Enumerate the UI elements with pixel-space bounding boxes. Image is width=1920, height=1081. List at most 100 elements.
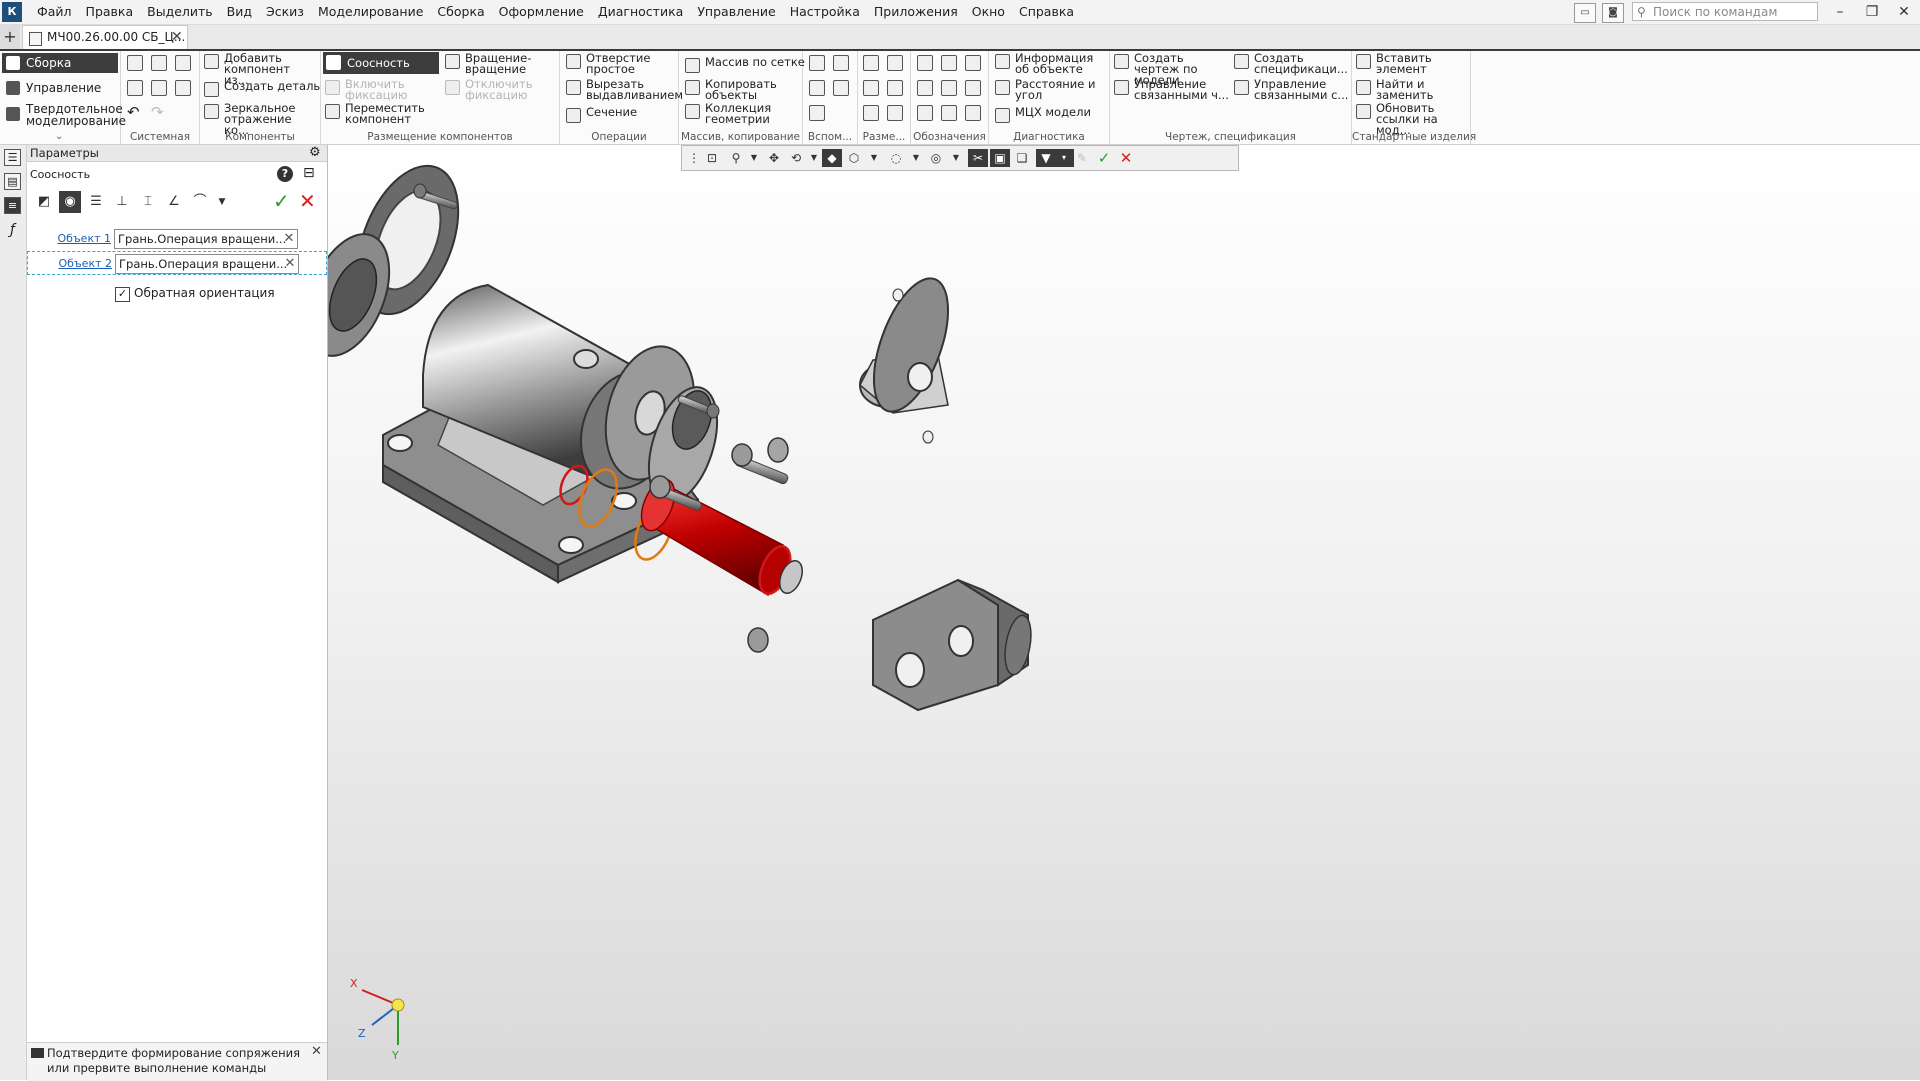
group-notation-caption: Обозначения — [913, 131, 986, 143]
tree-icon[interactable]: ☰ — [4, 149, 21, 166]
expand-modes-icon[interactable]: ⌄ — [55, 131, 63, 142]
base-icon[interactable] — [941, 55, 957, 71]
restore-icon[interactable]: ❐ — [1856, 0, 1888, 24]
mate-tangent-icon[interactable]: ⌒ — [189, 191, 211, 213]
mate-distance-icon[interactable]: ⌶ — [137, 191, 159, 213]
weld-icon[interactable] — [917, 105, 933, 121]
menu-annotation[interactable]: Оформление — [492, 0, 591, 24]
leader-icon[interactable] — [917, 55, 933, 71]
tolerance-icon[interactable] — [917, 80, 933, 96]
menu-settings[interactable]: Настройка — [783, 0, 867, 24]
aux-line-icon[interactable] — [809, 105, 825, 121]
reverse-orientation-checkbox[interactable]: ✓ — [115, 287, 130, 302]
mcc-label: МЦХ модели — [1015, 105, 1091, 119]
screenshot-icon[interactable]: ◙ — [1602, 3, 1624, 23]
bearing-flange-part[interactable] — [859, 269, 963, 444]
command-search-input[interactable]: ⚲ Поиск по командам (Alt+/) — [1632, 2, 1818, 38]
radial-dim-icon[interactable] — [887, 55, 903, 71]
properties-icon[interactable]: ▤ — [4, 173, 21, 190]
mode-solid-modeling[interactable]: Твердотельное моделирование — [2, 101, 126, 129]
close-window-icon[interactable]: ✕ — [1888, 0, 1920, 24]
save-all-icon[interactable] — [175, 80, 191, 96]
redo-icon[interactable]: ↷ — [151, 103, 164, 121]
new-file-icon[interactable] — [127, 55, 143, 71]
text-icon[interactable] — [941, 105, 957, 121]
menu-edit[interactable]: Правка — [79, 0, 141, 24]
menu-diagnostics[interactable]: Диагностика — [591, 0, 690, 24]
object2-row: Объект 2 Грань.Операция вращени... ✕ — [27, 251, 327, 275]
aux-axis-icon[interactable] — [833, 55, 849, 71]
minimize-icon[interactable]: – — [1824, 0, 1856, 24]
mate-angle-icon[interactable]: ∠ — [163, 191, 185, 213]
aux-plane-icon[interactable] — [809, 55, 825, 71]
menu-sketch[interactable]: Эскиз — [259, 0, 311, 24]
grid-array-icon — [685, 58, 700, 73]
cancel-x-icon[interactable]: ✕ — [299, 189, 316, 213]
object1-link[interactable]: Объект 1 — [27, 227, 111, 251]
mode-management[interactable]: Управление — [2, 78, 118, 98]
variables-icon[interactable]: ƒ — [4, 223, 21, 240]
add-component-icon — [204, 54, 219, 69]
mate-coaxial-icon[interactable]: ◉ — [59, 191, 81, 213]
group-diagnostics-caption: Диагностика — [1013, 131, 1085, 143]
object-info-label: Информация об объекте — [1015, 51, 1094, 76]
open-file-icon[interactable] — [151, 55, 167, 71]
mode-assembly[interactable]: Сборка — [2, 53, 118, 73]
menu-window[interactable]: Окно — [965, 0, 1012, 24]
3d-viewport[interactable]: ⋮ ⊡ ⚲ ▼ ✥ ⟲ ▼ ◆ ⬡ ▼ ◌ ▼ ◎ ▼ ✂ ▣ ❏ ▼ ▾ ✎ … — [328, 145, 1920, 1080]
aux-point-icon[interactable] — [809, 80, 825, 96]
marking-icon[interactable] — [965, 80, 981, 96]
preview-icon[interactable] — [151, 80, 167, 96]
menu-modeling[interactable]: Моделирование — [311, 0, 430, 24]
mass-icon — [995, 108, 1010, 123]
layout-icon[interactable]: ▭ — [1574, 3, 1596, 23]
parameters-panel: Параметры ⚙ Соосность ? ⊟ ◩ ◉ ☰ ⊥ ⌶ ∠ ⌒ … — [27, 145, 328, 1081]
help-icon[interactable]: ? — [277, 166, 293, 182]
close-hint-icon[interactable]: ✕ — [311, 1044, 322, 1059]
confirm-check-icon[interactable]: ✓ — [273, 189, 290, 213]
grid-array-label: Массив по сетке — [705, 55, 805, 69]
position-icon[interactable] — [941, 80, 957, 96]
mate-parallel-icon[interactable]: ☰ — [85, 191, 107, 213]
new-document-icon[interactable]: + — [0, 25, 20, 49]
linear-dim-icon[interactable] — [863, 55, 879, 71]
menu-management[interactable]: Управление — [690, 0, 782, 24]
table-icon[interactable] — [965, 105, 981, 121]
menu-help[interactable]: Справка — [1012, 0, 1081, 24]
insert-element-label: Вставить элемент — [1376, 51, 1432, 76]
undo-icon[interactable]: ↶ — [127, 103, 140, 121]
mate-coincident-icon[interactable]: ◩ — [33, 191, 55, 213]
coaxial-button[interactable]: Соосность — [323, 52, 439, 74]
auto-dim-icon[interactable] — [863, 105, 879, 121]
linked-spec-icon — [1234, 80, 1249, 95]
mate-perpendicular-icon[interactable]: ⊥ — [111, 191, 133, 213]
menu-applications[interactable]: Приложения — [867, 0, 965, 24]
menu-file[interactable]: Файл — [30, 0, 79, 24]
gear-icon[interactable]: ⚙ — [309, 145, 321, 161]
left-panel-strip: ☰ ▤ ≡ ƒ — [0, 145, 27, 1080]
object2-link[interactable]: Объект 2 — [28, 252, 112, 276]
menu-select[interactable]: Выделить — [140, 0, 220, 24]
object1-clear-icon[interactable]: ✕ — [281, 229, 297, 249]
group-notation: Обозначения — [911, 51, 989, 144]
close-tab-icon[interactable]: ✕ — [171, 26, 183, 49]
aux-csys-icon[interactable] — [833, 80, 849, 96]
object2-field[interactable]: Грань.Операция вращени... — [115, 254, 299, 274]
info-icon — [995, 54, 1010, 69]
object2-clear-icon[interactable]: ✕ — [282, 254, 298, 274]
chamfer-dim-icon[interactable] — [887, 105, 903, 121]
mate-more-dropdown-icon[interactable]: ▼ — [211, 191, 233, 213]
clevis-part[interactable] — [872, 578, 1035, 712]
menu-assembly[interactable]: Сборка — [430, 0, 491, 24]
rotate-icon — [445, 54, 460, 69]
roughness-icon[interactable] — [965, 55, 981, 71]
menu-view[interactable]: Вид — [220, 0, 259, 24]
tree-view-icon[interactable]: ⊟ — [303, 165, 315, 181]
diameter-dim-icon[interactable] — [887, 80, 903, 96]
print-icon[interactable] — [127, 80, 143, 96]
document-tab[interactable]: МЧ00.26.00.00 СБ_Ц... ✕ — [22, 25, 188, 49]
save-icon[interactable] — [175, 55, 191, 71]
object1-field[interactable]: Грань.Операция вращени... — [114, 229, 298, 249]
parameters-icon[interactable]: ≡ — [4, 197, 21, 214]
angular-dim-icon[interactable] — [863, 80, 879, 96]
